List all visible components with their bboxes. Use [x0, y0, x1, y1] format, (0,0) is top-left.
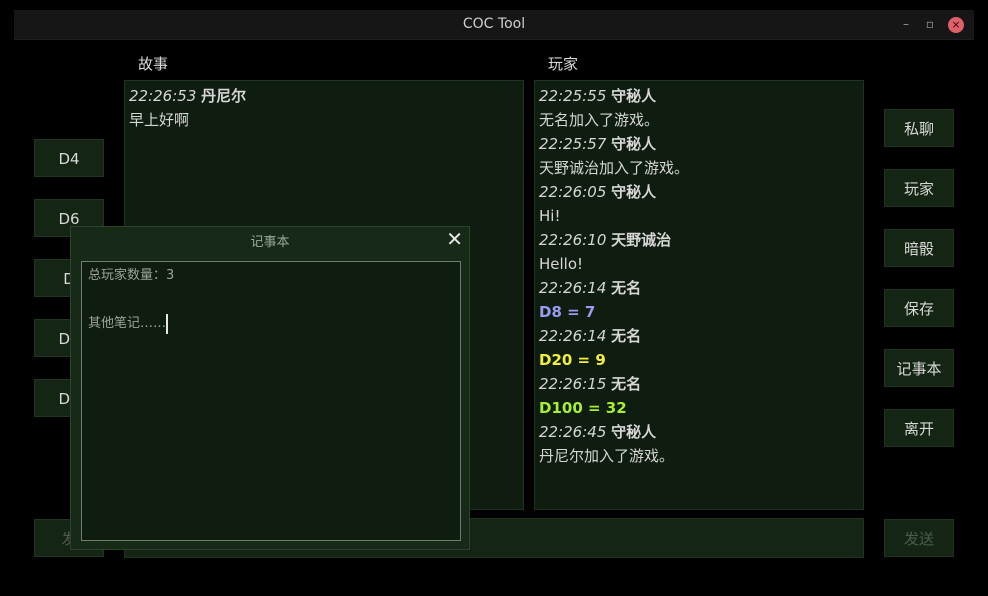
message-header: 22:26:14 无名 [535, 276, 863, 300]
message-time: 22:26:45 [539, 423, 607, 441]
message-text: D100 = 32 [539, 399, 627, 417]
notepad-line-notes: 其他笔记…… [88, 316, 167, 331]
message-sender: 守秘人 [611, 423, 657, 441]
notepad-line-blank [88, 288, 454, 312]
message-header: 22:26:05 守秘人 [535, 180, 863, 204]
message-time: 22:26:15 [539, 375, 607, 393]
notepad-line-player-count: 总玩家数量：3 [88, 268, 175, 283]
message-time: 22:25:57 [539, 135, 607, 153]
message-text: D20 = 9 [539, 351, 606, 369]
message-time: 22:26:10 [539, 231, 607, 249]
message-time: 22:26:53 [129, 87, 197, 105]
message-header: 22:26:10 天野诚治 [535, 228, 863, 252]
message-header: 22:25:57 守秘人 [535, 132, 863, 156]
message-header: 22:25:55 守秘人 [535, 84, 863, 108]
message-sender: 守秘人 [611, 135, 657, 153]
player-message-list: 22:25:55 守秘人 无名加入了游戏。 22:25:57 守秘人 天野诚治加入了游… [535, 81, 863, 468]
message-sender: 丹尼尔 [201, 87, 247, 105]
notepad-button[interactable]: 记事本 [884, 349, 954, 387]
message-text: 早上好啊 [129, 111, 190, 129]
notepad-dialog: 记事本 ✕ 总玩家数量：3 其他笔记…… [70, 226, 470, 550]
player-panel[interactable]: 22:25:55 守秘人 无名加入了游戏。 22:25:57 守秘人 天野诚治加入了游… [534, 80, 864, 510]
message-time: 22:26:05 [539, 183, 607, 201]
message-text: Hello! [539, 255, 584, 273]
private-chat-button[interactable]: 私聊 [884, 109, 954, 147]
message-header: 22:26:15 无名 [535, 372, 863, 396]
maximize-icon[interactable]: ▫ [922, 17, 938, 31]
message-text: 无名加入了游戏。 [539, 111, 660, 129]
message-sender: 天野诚治 [611, 231, 672, 249]
notepad-textarea[interactable]: 总玩家数量：3 其他笔记…… [81, 261, 461, 541]
notepad-title: 记事本 [250, 235, 290, 250]
message-time: 22:26:14 [539, 327, 607, 345]
window-title: COC Tool [462, 16, 526, 32]
message-sender: 无名 [611, 375, 642, 393]
message-text: 天野诚治加入了游戏。 [539, 159, 690, 177]
story-message-list: 22:26:53 丹尼尔 早上好啊 [125, 81, 523, 132]
text-cursor [166, 313, 169, 334]
message-time: 22:26:14 [539, 279, 607, 297]
message-text: D8 = 7 [539, 303, 596, 321]
leave-button[interactable]: 离开 [884, 409, 954, 447]
message-sender: 无名 [611, 279, 642, 297]
story-label: 故事 [138, 55, 169, 73]
message-header: 22:26:53 丹尼尔 [125, 84, 523, 108]
message-time: 22:25:55 [539, 87, 607, 105]
players-button[interactable]: 玩家 [884, 169, 954, 207]
close-icon[interactable]: × [948, 17, 964, 33]
message-sender: 守秘人 [611, 183, 657, 201]
title-bar: COC Tool – ▫ × [14, 10, 974, 40]
close-icon[interactable]: ✕ [446, 227, 463, 251]
message-text: 丹尼尔加入了游戏。 [539, 447, 675, 465]
message-header: 22:26:14 无名 [535, 324, 863, 348]
send-button[interactable]: 发送 [884, 519, 954, 557]
save-button[interactable]: 保存 [884, 289, 954, 327]
secret-roll-button[interactable]: 暗骰 [884, 229, 954, 267]
players-label: 玩家 [548, 55, 579, 73]
message-text: Hi! [539, 207, 561, 225]
dice-button-d4[interactable]: D4 [34, 139, 104, 177]
minimize-icon[interactable]: – [898, 17, 914, 31]
message-header: 22:26:45 守秘人 [535, 420, 863, 444]
message-sender: 守秘人 [611, 87, 657, 105]
message-sender: 无名 [611, 327, 642, 345]
